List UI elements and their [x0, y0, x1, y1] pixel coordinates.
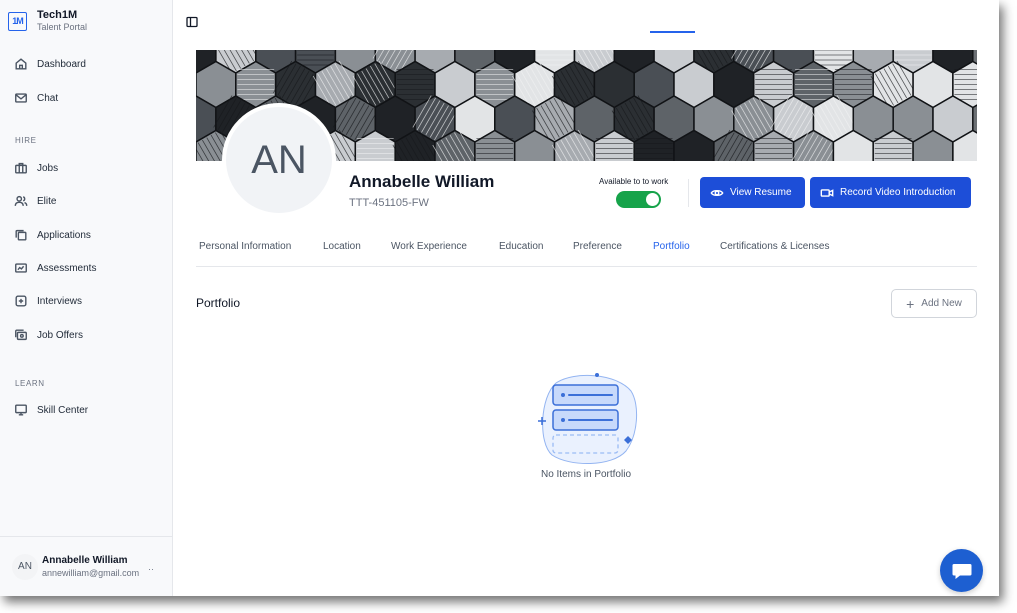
chart-box-icon: [15, 263, 27, 273]
copy-icon: [15, 229, 27, 241]
offers-icon: [15, 329, 27, 341]
sidebar-item-assessments[interactable]: Assessments: [8, 254, 165, 282]
brand-name: Tech1M: [37, 9, 78, 21]
empty-state-message: No Items in Portfolio: [540, 469, 632, 480]
tab-location[interactable]: Location: [323, 241, 361, 252]
active-tab-indicator: [650, 31, 695, 33]
sidebar-item-dashboard[interactable]: Dashboard: [8, 50, 165, 78]
chat-bubble-icon: [952, 563, 971, 579]
calendar-plus-icon: [15, 295, 27, 307]
sidebar-item-label: Jobs: [37, 162, 59, 174]
availability-toggle[interactable]: [616, 191, 661, 208]
record-video-button[interactable]: Record Video Introduction: [810, 177, 971, 208]
video-camera-icon: [820, 188, 834, 197]
home-icon: [15, 58, 27, 70]
app-window: 1M Tech1M Talent Portal Dashboard Chat H…: [0, 0, 999, 596]
tab-work-experience[interactable]: Work Experience: [391, 241, 467, 252]
sidebar: 1M Tech1M Talent Portal Dashboard Chat H…: [0, 0, 173, 596]
sidebar-item-chat[interactable]: Chat: [8, 84, 165, 112]
user-profile-menu[interactable]: AN Annabelle William annewilliam@gmail.c…: [0, 536, 172, 596]
sidebar-item-label: Interviews: [37, 295, 83, 307]
section-title: Portfolio: [196, 296, 241, 310]
users-icon: [14, 195, 28, 206]
user-name: Annabelle William: [42, 554, 128, 566]
sidebar-item-interviews[interactable]: Interviews: [8, 287, 165, 315]
plus-icon: +: [906, 295, 915, 312]
sidebar-item-skill-center[interactable]: Skill Center: [8, 396, 165, 424]
add-new-label: Add New: [921, 298, 962, 309]
tab-preference[interactable]: Preference: [573, 241, 622, 252]
view-resume-label: View Resume: [730, 187, 792, 198]
availability-label: Available to to work: [599, 177, 669, 186]
tab-certifications-licenses[interactable]: Certifications & Licenses: [720, 241, 830, 252]
section-label-learn: LEARN: [15, 379, 45, 388]
sidebar-item-applications[interactable]: Applications: [8, 221, 165, 249]
sidebar-item-label: Job Offers: [37, 329, 83, 341]
sidebar-item-label: Chat: [37, 92, 59, 104]
more-options-icon[interactable]: ··: [148, 564, 154, 574]
add-new-button[interactable]: + Add New: [891, 289, 977, 318]
profile-avatar: AN: [222, 103, 336, 217]
sidebar-item-label: Skill Center: [37, 404, 89, 416]
view-resume-button[interactable]: View Resume: [700, 177, 805, 208]
eye-icon: [710, 189, 724, 196]
briefcase-icon: [15, 162, 27, 174]
empty-state-illustration: [538, 373, 638, 464]
sidebar-item-job-offers[interactable]: Job Offers: [8, 321, 165, 349]
mail-icon: [15, 93, 27, 103]
sidebar-item-label: Assessments: [37, 262, 97, 274]
chat-button[interactable]: [940, 549, 983, 592]
sidebar-toggle-icon[interactable]: [186, 16, 198, 28]
record-video-label: Record Video Introduction: [840, 187, 956, 198]
brand[interactable]: 1M Tech1M Talent Portal: [8, 9, 87, 33]
tab-portfolio[interactable]: Portfolio: [653, 241, 690, 252]
toggle-knob: [646, 193, 659, 206]
avatar: AN: [12, 553, 38, 580]
tab-personal-information[interactable]: Personal Information: [199, 241, 291, 252]
tab-education[interactable]: Education: [499, 241, 543, 252]
profile-name: Annabelle William: [349, 172, 495, 191]
monitor-icon: [15, 404, 27, 416]
sidebar-item-label: Elite: [37, 195, 57, 207]
user-email: annewilliam@gmail.com: [42, 567, 140, 578]
brand-logo: 1M: [8, 11, 27, 31]
profile-id: TTT-451105-FW: [349, 197, 429, 209]
sidebar-item-label: Applications: [37, 229, 91, 241]
profile-tabs: Personal Information Location Work Exper…: [196, 233, 977, 267]
sidebar-item-elite[interactable]: Elite: [8, 187, 165, 215]
section-label-hire: HIRE: [15, 136, 37, 145]
sidebar-item-jobs[interactable]: Jobs: [8, 154, 165, 182]
divider: [688, 179, 689, 207]
sidebar-item-label: Dashboard: [37, 58, 86, 70]
brand-subtitle: Talent Portal: [37, 22, 88, 32]
